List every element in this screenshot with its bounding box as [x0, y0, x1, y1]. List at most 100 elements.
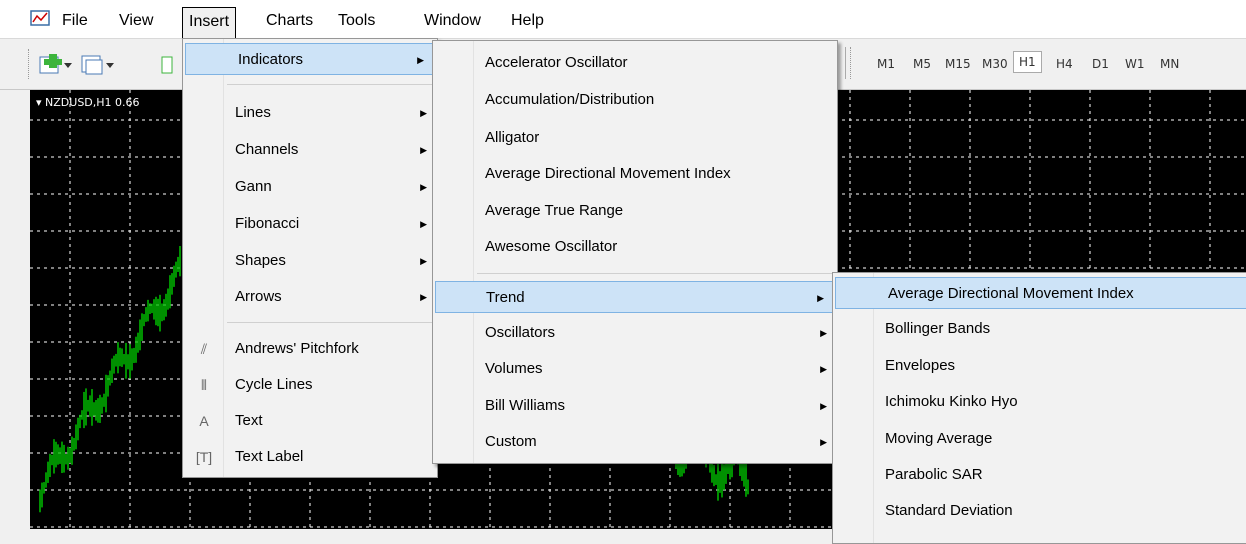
trend-standard-deviation[interactable]: Standard Deviation	[833, 495, 1246, 527]
timeframe-w1[interactable]: W1	[1125, 57, 1145, 71]
menu-item-text[interactable]: A Text	[183, 405, 437, 437]
submenu-volumes[interactable]: Volumes ▶	[433, 353, 837, 385]
menu-item-label: Bollinger Bands	[885, 320, 991, 337]
submenu-arrow-icon: ▶	[420, 219, 427, 229]
menu-charts[interactable]: Charts	[266, 10, 313, 32]
timeframe-mn[interactable]: MN	[1160, 57, 1179, 71]
menu-item-label: Accelerator Oscillator	[485, 54, 628, 71]
submenu-arrow-icon: ▶	[820, 437, 827, 447]
toolbar-icon[interactable]	[160, 51, 174, 79]
menu-item-indicators[interactable]: Indicators ▶	[185, 43, 435, 75]
trend-bollinger-bands[interactable]: Bollinger Bands	[833, 313, 1246, 345]
menu-item-text-label[interactable]: [T] Text Label	[183, 441, 437, 473]
timeframe-d1[interactable]: D1	[1092, 57, 1109, 71]
menu-item-label: Arrows	[235, 288, 282, 305]
indicators-submenu: Accelerator Oscillator Accumulation/Dist…	[432, 40, 838, 464]
menu-item-label: Trend	[486, 289, 525, 306]
toolbar-grip	[850, 47, 853, 79]
timeframe-m30[interactable]: M30	[982, 57, 1008, 71]
indicator-admi[interactable]: Average Directional Movement Index	[433, 158, 837, 190]
menu-item-label: Average True Range	[485, 202, 624, 219]
chart-symbol: NZDUSD,H1 0.66	[45, 96, 140, 109]
trend-envelopes[interactable]: Envelopes	[833, 350, 1246, 382]
chart-title: ▾ NZDUSD,H1 0.66	[36, 96, 140, 109]
menu-item-label: Channels	[235, 141, 299, 158]
insert-menu: Indicators ▶ Lines ▶ Channels ▶ Gann ▶ F…	[182, 38, 438, 478]
menu-separator	[477, 273, 833, 274]
trend-admi[interactable]: Average Directional Movement Index	[835, 277, 1246, 309]
submenu-arrow-icon: ▶	[420, 182, 427, 192]
submenu-custom[interactable]: Custom ▶	[433, 426, 837, 458]
toolbar-grip	[28, 49, 31, 79]
menu-item-label: Volumes	[485, 360, 543, 377]
menu-help[interactable]: Help	[511, 10, 544, 32]
submenu-arrow-icon: ▶	[420, 108, 427, 118]
submenu-arrow-icon: ▶	[420, 292, 427, 302]
indicator-awesome-oscillator[interactable]: Awesome Oscillator	[433, 231, 837, 263]
timeframe-h4[interactable]: H4	[1056, 57, 1073, 71]
submenu-arrow-icon: ▶	[820, 364, 827, 374]
menu-item-label: Parabolic SAR	[885, 466, 983, 483]
menu-item-label: Indicators	[238, 51, 304, 68]
menu-bar: File View Insert Charts Tools Window Hel…	[0, 0, 1246, 39]
submenu-arrow-icon: ▶	[817, 293, 824, 303]
timeframe-m15[interactable]: M15	[945, 57, 971, 71]
menu-item-label: Text	[235, 412, 263, 429]
menu-tools[interactable]: Tools	[338, 10, 375, 32]
submenu-trend[interactable]: Trend ▶	[435, 281, 835, 313]
menu-item-label: Standard Deviation	[885, 502, 1013, 519]
menu-item-label: Accumulation/Distribution	[485, 91, 655, 108]
menu-item-gann[interactable]: Gann ▶	[183, 171, 437, 203]
text-label-icon: [T]	[195, 449, 213, 465]
submenu-bill-williams[interactable]: Bill Williams ▶	[433, 390, 837, 422]
menu-item-label: Cycle Lines	[235, 376, 313, 393]
menu-item-cycle-lines[interactable]: ⦀ Cycle Lines	[183, 369, 437, 401]
menu-item-lines[interactable]: Lines ▶	[183, 97, 437, 129]
text-icon: A	[199, 413, 209, 429]
submenu-oscillators[interactable]: Oscillators ▶	[433, 317, 837, 349]
timeframe-m5[interactable]: M5	[913, 57, 931, 71]
menu-item-shapes[interactable]: Shapes ▶	[183, 245, 437, 277]
indicator-accelerator-oscillator[interactable]: Accelerator Oscillator	[433, 47, 837, 79]
menu-window[interactable]: Window	[424, 10, 481, 32]
indicator-alligator[interactable]: Alligator	[433, 122, 837, 154]
menu-item-label: Custom	[485, 433, 537, 450]
trend-moving-average[interactable]: Moving Average	[833, 423, 1246, 455]
submenu-arrow-icon: ▶	[420, 256, 427, 266]
trend-submenu: Average Directional Movement Index Bolli…	[832, 272, 1246, 544]
menu-item-label: Text Label	[235, 448, 304, 465]
submenu-arrow-icon: ▶	[420, 145, 427, 155]
toolbar-separator	[845, 47, 848, 79]
pitchfork-icon: ⫽	[200, 341, 208, 357]
menu-item-label: Alligator	[485, 129, 540, 146]
indicator-accumulation-distribution[interactable]: Accumulation/Distribution	[433, 84, 837, 116]
menu-item-label: Gann	[235, 178, 272, 195]
menu-view[interactable]: View	[119, 10, 153, 32]
menu-item-label: Andrews' Pitchfork	[235, 340, 359, 357]
menu-item-label: Ichimoku Kinko Hyo	[885, 393, 1018, 410]
menu-item-label: Lines	[235, 104, 271, 121]
menu-item-label: Awesome Oscillator	[485, 238, 618, 255]
menu-item-channels[interactable]: Channels ▶	[183, 134, 437, 166]
profiles-icon[interactable]	[80, 51, 116, 79]
menu-item-label: Fibonacci	[235, 215, 300, 232]
cycle-lines-icon: ⦀	[200, 377, 208, 393]
menu-item-fibonacci[interactable]: Fibonacci ▶	[183, 208, 437, 240]
app-icon	[30, 10, 50, 26]
menu-insert[interactable]: Insert	[182, 7, 237, 39]
menu-item-andrews-pitchfork[interactable]: ⫽ Andrews' Pitchfork	[183, 333, 437, 365]
trend-ichimoku[interactable]: Ichimoku Kinko Hyo	[833, 386, 1246, 418]
timeframe-m1[interactable]: M1	[877, 57, 895, 71]
menu-item-label: Moving Average	[885, 430, 993, 447]
menu-item-arrows[interactable]: Arrows ▶	[183, 281, 437, 313]
menu-item-label: Average Directional Movement Index	[888, 285, 1134, 302]
menu-item-label: Envelopes	[885, 357, 956, 374]
indicator-atr[interactable]: Average True Range	[433, 195, 837, 227]
new-chart-icon[interactable]	[38, 51, 74, 79]
trend-parabolic-sar[interactable]: Parabolic SAR	[833, 459, 1246, 491]
submenu-arrow-icon: ▶	[820, 328, 827, 338]
menu-file[interactable]: File	[62, 10, 88, 32]
menu-item-label: Oscillators	[485, 324, 556, 341]
timeframe-h1[interactable]: H1	[1013, 51, 1042, 73]
submenu-arrow-icon: ▶	[820, 401, 827, 411]
